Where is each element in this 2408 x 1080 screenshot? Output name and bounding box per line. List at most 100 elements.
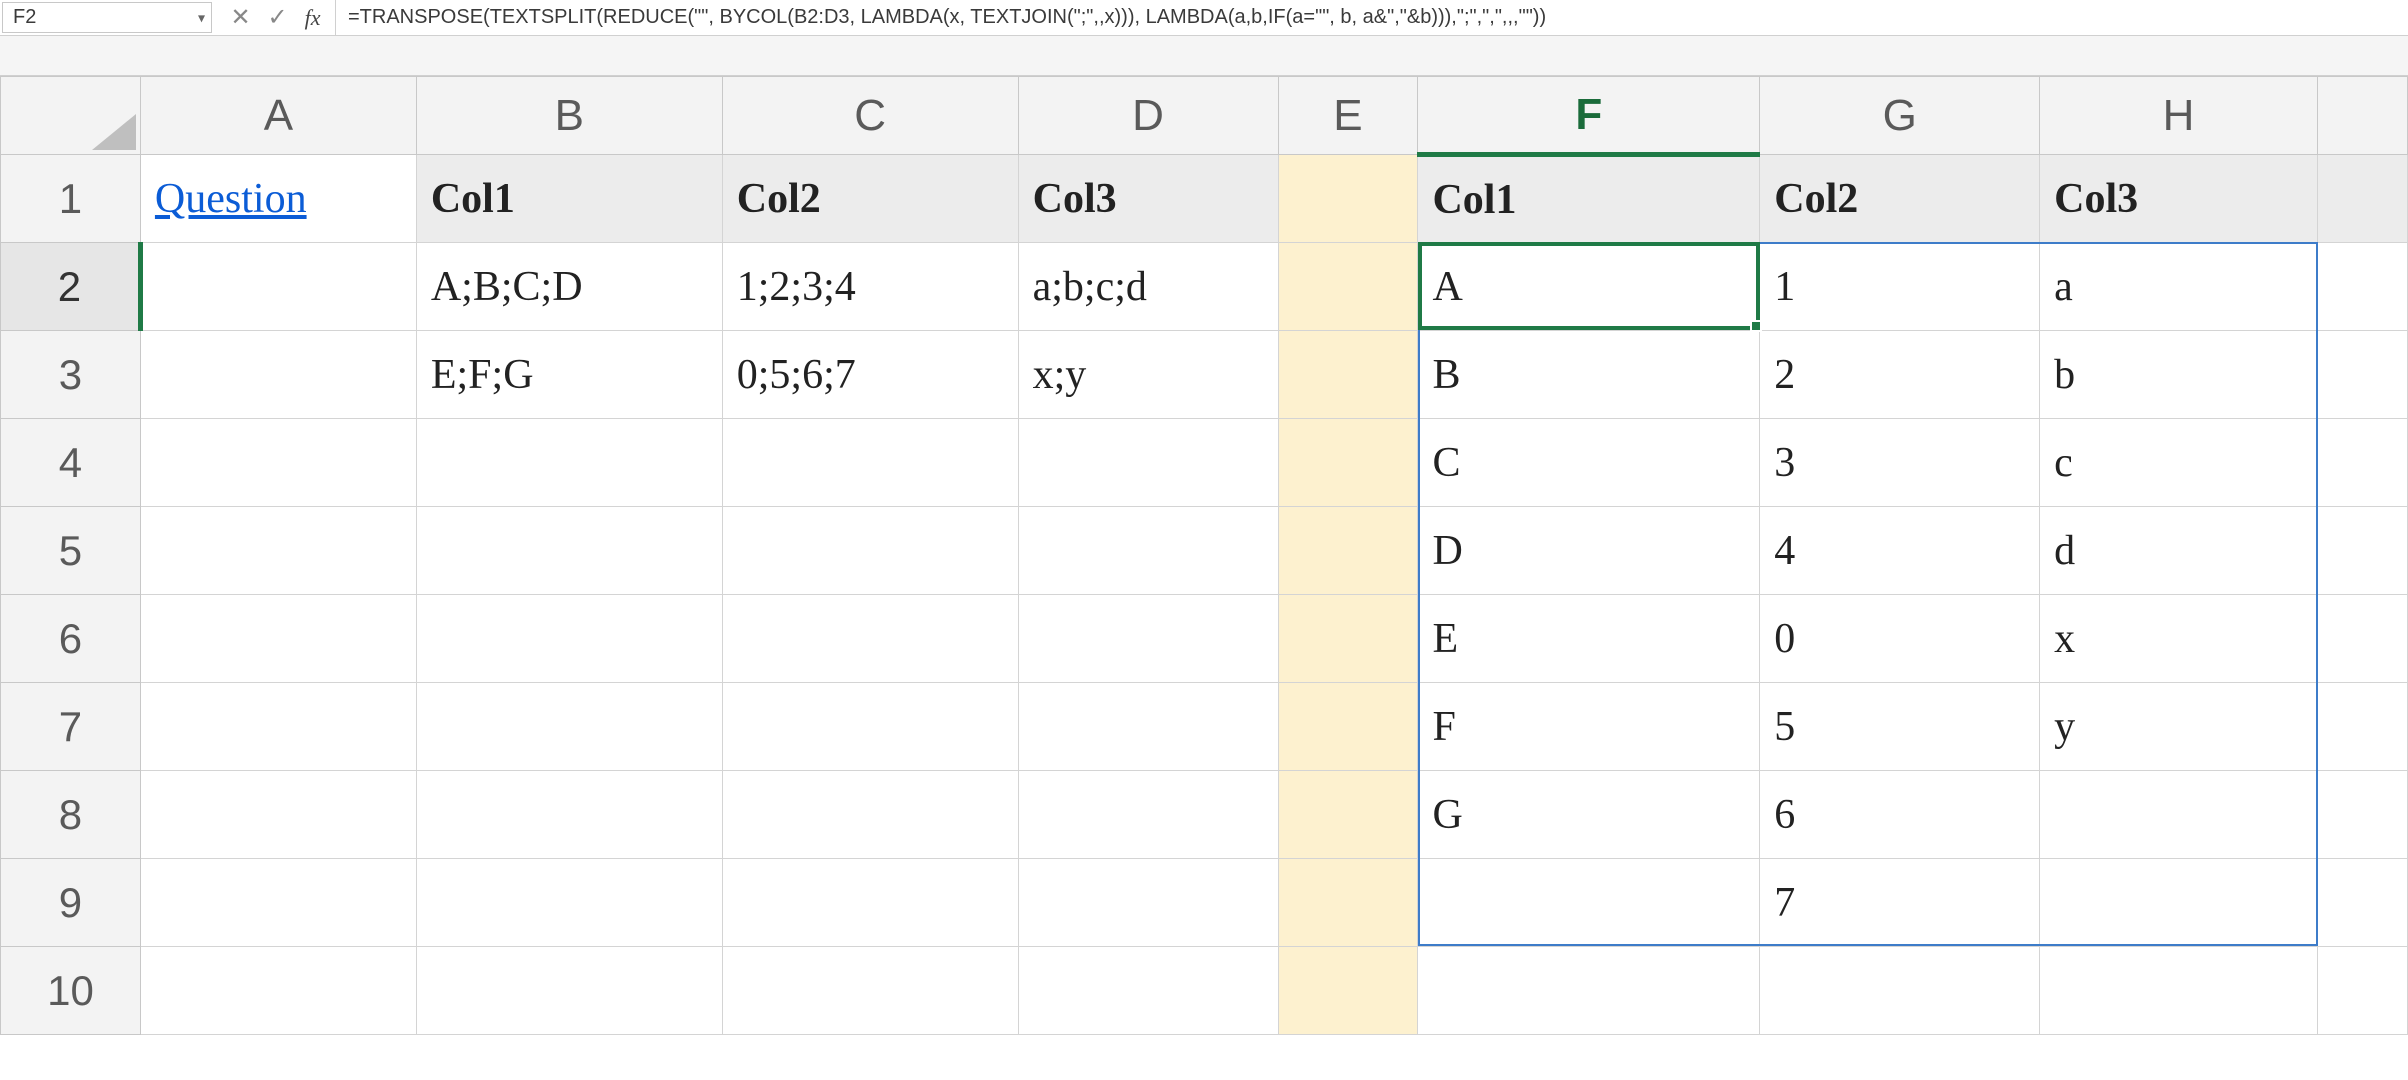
- cell-F5[interactable]: D: [1418, 507, 1760, 595]
- cell-E9[interactable]: [1278, 859, 1418, 947]
- cell-G3[interactable]: 2: [1760, 331, 2040, 419]
- cell-A6[interactable]: [140, 595, 416, 683]
- cell-I5[interactable]: [2317, 507, 2407, 595]
- cell-H6[interactable]: x: [2040, 595, 2318, 683]
- cell-B3[interactable]: E;F;G: [416, 331, 722, 419]
- cell-G8[interactable]: 6: [1760, 771, 2040, 859]
- row-header-6[interactable]: 6: [1, 595, 141, 683]
- row-header-8[interactable]: 8: [1, 771, 141, 859]
- cell-H10[interactable]: [2040, 947, 2318, 1035]
- cell-C6[interactable]: [722, 595, 1018, 683]
- cell-I10[interactable]: [2317, 947, 2407, 1035]
- cell-A7[interactable]: [140, 683, 416, 771]
- cell-B8[interactable]: [416, 771, 722, 859]
- cell-B5[interactable]: [416, 507, 722, 595]
- cell-E1[interactable]: [1278, 155, 1418, 243]
- cell-D4[interactable]: [1018, 419, 1278, 507]
- cell-F3[interactable]: B: [1418, 331, 1760, 419]
- cell-D10[interactable]: [1018, 947, 1278, 1035]
- name-box[interactable]: F2 ▾: [2, 2, 212, 33]
- row-header-9[interactable]: 9: [1, 859, 141, 947]
- cell-D6[interactable]: [1018, 595, 1278, 683]
- col-header-H[interactable]: H: [2040, 77, 2318, 155]
- cell-I9[interactable]: [2317, 859, 2407, 947]
- cell-I2[interactable]: [2317, 243, 2407, 331]
- cell-H7[interactable]: y: [2040, 683, 2318, 771]
- cell-H3[interactable]: b: [2040, 331, 2318, 419]
- cell-B7[interactable]: [416, 683, 722, 771]
- cell-D3[interactable]: x;y: [1018, 331, 1278, 419]
- cell-C3[interactable]: 0;5;6;7: [722, 331, 1018, 419]
- cell-G1[interactable]: Col2: [1760, 155, 2040, 243]
- col-header-I[interactable]: [2317, 77, 2407, 155]
- cell-H4[interactable]: c: [2040, 419, 2318, 507]
- cell-B2[interactable]: A;B;C;D: [416, 243, 722, 331]
- cell-I1[interactable]: [2317, 155, 2407, 243]
- question-link[interactable]: Question: [155, 176, 307, 222]
- cell-A2[interactable]: [140, 243, 416, 331]
- cancel-icon[interactable]: ✕: [230, 3, 250, 32]
- cell-E2[interactable]: [1278, 243, 1418, 331]
- accept-icon[interactable]: ✓: [268, 3, 288, 32]
- cell-G9[interactable]: 7: [1760, 859, 2040, 947]
- col-header-G[interactable]: G: [1760, 77, 2040, 155]
- cell-E8[interactable]: [1278, 771, 1418, 859]
- cell-C8[interactable]: [722, 771, 1018, 859]
- cell-A5[interactable]: [140, 507, 416, 595]
- cell-E5[interactable]: [1278, 507, 1418, 595]
- col-header-D[interactable]: D: [1018, 77, 1278, 155]
- col-header-E[interactable]: E: [1278, 77, 1418, 155]
- cell-I7[interactable]: [2317, 683, 2407, 771]
- cell-C9[interactable]: [722, 859, 1018, 947]
- cell-F7[interactable]: F: [1418, 683, 1760, 771]
- cell-G7[interactable]: 5: [1760, 683, 2040, 771]
- cell-D1[interactable]: Col3: [1018, 155, 1278, 243]
- cell-F8[interactable]: G: [1418, 771, 1760, 859]
- cell-F4[interactable]: C: [1418, 419, 1760, 507]
- cell-D8[interactable]: [1018, 771, 1278, 859]
- cell-E6[interactable]: [1278, 595, 1418, 683]
- cell-A9[interactable]: [140, 859, 416, 947]
- cell-F1[interactable]: Col1: [1418, 155, 1760, 243]
- cell-I4[interactable]: [2317, 419, 2407, 507]
- select-all-corner[interactable]: [1, 77, 141, 155]
- fx-icon[interactable]: fx: [305, 5, 321, 31]
- formula-input[interactable]: =TRANSPOSE(TEXTSPLIT(REDUCE("", BYCOL(B2…: [336, 0, 2408, 35]
- row-header-7[interactable]: 7: [1, 683, 141, 771]
- cell-D5[interactable]: [1018, 507, 1278, 595]
- cell-G6[interactable]: 0: [1760, 595, 2040, 683]
- cell-A3[interactable]: [140, 331, 416, 419]
- cell-B4[interactable]: [416, 419, 722, 507]
- cell-C7[interactable]: [722, 683, 1018, 771]
- cell-I8[interactable]: [2317, 771, 2407, 859]
- row-header-5[interactable]: 5: [1, 507, 141, 595]
- cell-F6[interactable]: E: [1418, 595, 1760, 683]
- col-header-C[interactable]: C: [722, 77, 1018, 155]
- cell-H5[interactable]: d: [2040, 507, 2318, 595]
- cell-I6[interactable]: [2317, 595, 2407, 683]
- row-header-3[interactable]: 3: [1, 331, 141, 419]
- cell-G2[interactable]: 1: [1760, 243, 2040, 331]
- cell-D9[interactable]: [1018, 859, 1278, 947]
- name-box-chevron-down-icon[interactable]: ▾: [198, 9, 205, 26]
- cell-E3[interactable]: [1278, 331, 1418, 419]
- cell-G5[interactable]: 4: [1760, 507, 2040, 595]
- col-header-B[interactable]: B: [416, 77, 722, 155]
- cell-F2[interactable]: A: [1418, 243, 1760, 331]
- cell-A4[interactable]: [140, 419, 416, 507]
- cell-C5[interactable]: [722, 507, 1018, 595]
- cell-B6[interactable]: [416, 595, 722, 683]
- cell-B1[interactable]: Col1: [416, 155, 722, 243]
- spreadsheet-grid[interactable]: A B C D E F G H 1 Question Col1 Col2 Col…: [0, 76, 2408, 1035]
- col-header-A[interactable]: A: [140, 77, 416, 155]
- cell-A8[interactable]: [140, 771, 416, 859]
- cell-H2[interactable]: a: [2040, 243, 2318, 331]
- cell-G10[interactable]: [1760, 947, 2040, 1035]
- col-header-F[interactable]: F: [1418, 77, 1760, 155]
- cell-C1[interactable]: Col2: [722, 155, 1018, 243]
- cell-E4[interactable]: [1278, 419, 1418, 507]
- cell-A1[interactable]: Question: [140, 155, 416, 243]
- cell-B9[interactable]: [416, 859, 722, 947]
- cell-E10[interactable]: [1278, 947, 1418, 1035]
- cell-B10[interactable]: [416, 947, 722, 1035]
